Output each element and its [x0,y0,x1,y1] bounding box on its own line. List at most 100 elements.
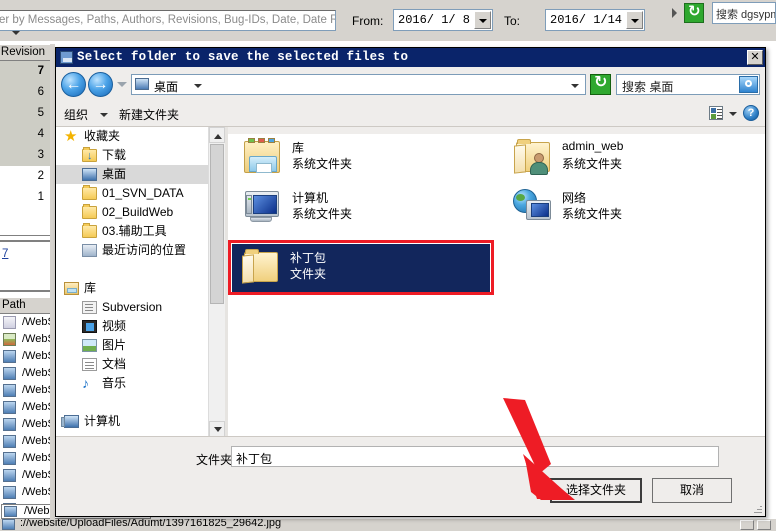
scrollbar-thumb[interactable] [210,144,224,304]
path-row[interactable]: /WebSi [0,331,50,348]
tree-item-图片[interactable]: 图片 [56,336,208,355]
from-date-value: 2016/ 1/ 8 [398,13,471,27]
tree-item-音乐[interactable]: ♪ 音乐 [56,374,208,393]
path-row[interactable]: /WebSi [0,382,50,399]
status-path-text: ://website/UploadFiles/Adumt/1397161825_… [20,519,282,529]
address-bar[interactable]: 桌面 [131,74,586,95]
organize-button[interactable]: 组织 [64,106,88,123]
tree-item-文档[interactable]: 文档 [56,355,208,374]
documents-icon [82,358,97,371]
help-icon[interactable]: ? [743,105,759,121]
revision-row[interactable]: 1 [0,187,50,208]
resize-grip-icon[interactable] [752,504,762,514]
select-folder-dialog: Select folder to save the selected files… [55,47,766,517]
to-date-dropdown-button[interactable] [626,11,643,29]
new-folder-button[interactable]: 新建文件夹 [119,106,179,123]
path-row[interactable]: /WebSi [0,348,50,365]
statusbar-button-2[interactable] [757,520,771,530]
path-row[interactable]: /WebSi [0,433,50,450]
revision-row[interactable]: 3 [0,145,50,166]
address-dropdown-caret-icon[interactable] [571,84,579,88]
dialog-body: ★收藏夹下载桌面 01_SVN_DATA 02_BuildWeb 03.辅助工具最近访… [56,127,765,437]
revision-row[interactable]: 5 [0,103,50,124]
tree-item-计算机[interactable]: 计算机 [56,412,208,431]
to-date-value: 2016/ 1/14 [550,13,623,27]
path-column-header[interactable]: Path [0,297,50,314]
status-bar: ://website/UploadFiles/Adumt/1397161825_… [0,519,776,531]
path-row[interactable]: /WebSi [0,450,50,467]
choose-folder-button[interactable]: 选择文件夹 [550,478,642,503]
revision-row[interactable]: 6 [0,82,50,103]
path-row[interactable]: /WebSi [0,467,50,484]
path-row[interactable]: /WebSi [0,484,50,501]
breadcrumb-chevron-icon[interactable] [194,84,202,88]
breadcrumb-current[interactable]: 桌面 [154,78,178,95]
toolbar-overflow-caret-icon[interactable] [672,8,677,18]
scroll-down-icon[interactable] [209,421,225,437]
file-icon [4,506,17,517]
path-row[interactable]: /WebSi [0,416,50,433]
cancel-button[interactable]: 取消 [652,478,732,503]
file-list[interactable]: 库系统文件夹 admin_web 系统文件夹 计算机 系统文件夹 网络 系统文件夹 补丁包 文件… [228,127,765,437]
tree-item-收藏夹[interactable]: ★ 收藏夹 [56,127,208,146]
scroll-up-icon[interactable] [209,127,225,143]
folder-name-input[interactable]: 补丁包 [231,446,719,467]
tree-item-label: 文档 [102,357,127,371]
video-icon [82,320,97,333]
tree-item-label: 02_BuildWeb [102,205,174,219]
file-item[interactable]: admin_web 系统文件夹 [504,134,754,182]
back-button[interactable]: ← [61,72,86,97]
close-icon[interactable]: ✕ [747,50,763,65]
file-type-icon [3,401,16,414]
from-date-picker[interactable]: 2016/ 1/ 8 [393,9,493,31]
file-item[interactable]: 计算机 系统文件夹 [234,184,484,232]
app-search-input[interactable]: 搜索 dgsypm [712,2,776,24]
file-item-type: 系统文件夹 [292,207,353,221]
tree-scrollbar[interactable] [208,127,225,437]
revision-row[interactable]: 4 [0,124,50,145]
path-row[interactable]: /WebSi [0,365,50,382]
from-date-dropdown-button[interactable] [474,11,491,29]
tree-item-桌面[interactable]: 桌面 [56,165,208,184]
folder-big-icon [242,249,278,284]
desktop-icon [82,168,97,181]
tree-item-最近访问的位置[interactable]: 最近访问的位置 [56,241,208,260]
revision-column-header[interactable]: Revision [0,44,50,61]
file-item[interactable]: 网络 系统文件夹 [504,184,754,232]
statusbar-button-1[interactable] [740,520,754,530]
view-layout-icon[interactable] [709,106,723,120]
revision-row[interactable]: 2 [0,166,50,187]
tree-item-视频[interactable]: 视频 [56,317,208,336]
path-row[interactable]: /WebSi [0,399,50,416]
dialog-search-input[interactable]: 搜索 桌面 [616,74,760,95]
forward-button[interactable]: → [88,72,113,97]
file-item[interactable]: 库系统文件夹 [234,134,484,182]
navigation-tree[interactable]: ★收藏夹下载桌面 01_SVN_DATA 02_BuildWeb 03.辅助工具最近访… [56,127,208,437]
to-date-picker[interactable]: 2016/ 1/14 [545,9,645,31]
refresh-icon[interactable] [684,2,704,23]
tree-item-库[interactable]: 库 [56,279,208,298]
tree-item-02_BuildWeb[interactable]: 02_BuildWeb [56,203,208,222]
tree-item-03.辅助工具[interactable]: 03.辅助工具 [56,222,208,241]
recent-locations-caret-icon[interactable] [117,82,127,87]
revision-list[interactable]: 7654321 [0,61,50,236]
subversion-icon [82,301,97,314]
tree-item-01_SVN_DATA[interactable]: 01_SVN_DATA [56,184,208,203]
revision-link[interactable]: 7 [2,248,8,260]
forward-arrow-icon: → [92,76,109,93]
refresh-icon[interactable] [590,72,611,95]
search-icon[interactable] [739,76,758,93]
file-item[interactable]: 补丁包 文件夹 [232,244,490,292]
path-list[interactable]: /WebSi/WebSi/WebSi/WebSi/WebSi/WebSi/Web… [0,314,50,519]
file-type-icon [3,316,16,329]
filter-dropdown-caret-icon[interactable] [12,31,20,35]
tree-item-Subversion[interactable]: Subversion [56,298,208,317]
tree-item-下载[interactable]: 下载 [56,146,208,166]
tree-item-label: Subversion [102,300,163,314]
path-row[interactable]: /WebSi [0,314,50,331]
filter-input[interactable]: er by Messages, Paths, Authors, Revision… [0,10,336,31]
organize-caret-icon[interactable] [100,113,108,117]
folder-icon [82,223,97,238]
revision-row[interactable]: 7 [0,61,50,82]
view-caret-icon[interactable] [729,112,737,116]
